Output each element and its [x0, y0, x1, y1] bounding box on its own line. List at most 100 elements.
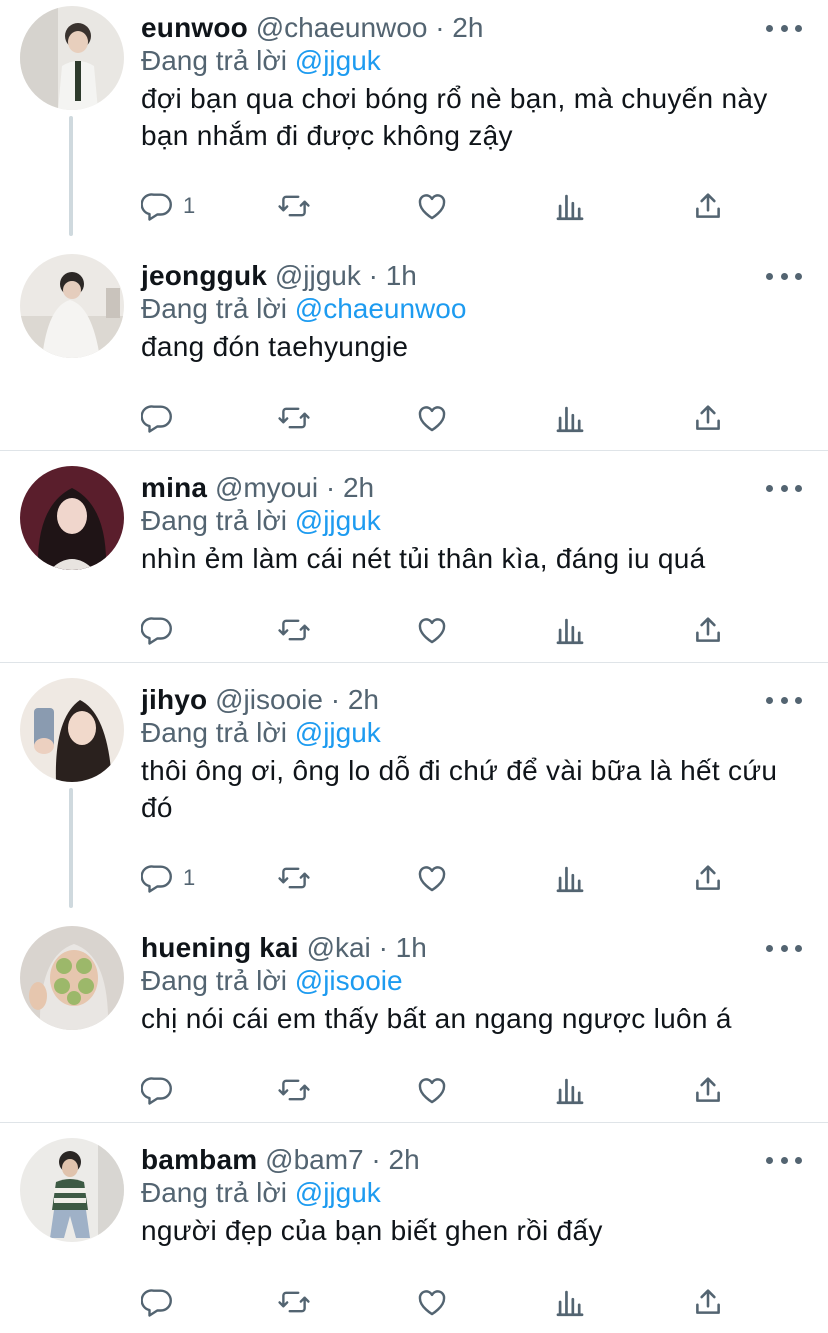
replying-to: Đang trả lời @chaeunwoo [141, 290, 466, 328]
retweet-button[interactable] [277, 186, 311, 226]
like-button[interactable] [415, 858, 449, 898]
analytics-button[interactable] [553, 858, 587, 898]
more-icon[interactable] [766, 254, 802, 298]
avatar[interactable] [20, 466, 124, 570]
share-icon [696, 1289, 720, 1314]
retweet-icon [278, 619, 310, 641]
action-bar [141, 610, 741, 650]
retweet-icon [278, 867, 310, 889]
username[interactable]: @jjguk [275, 260, 361, 291]
reply-button[interactable] [141, 398, 183, 438]
divider [0, 662, 828, 663]
divider [0, 1122, 828, 1123]
reply-button[interactable]: 1 [141, 858, 195, 898]
avatar[interactable] [20, 254, 124, 358]
replying-to-label: Đang trả lời [141, 1177, 287, 1208]
display-name[interactable]: eunwoo [141, 12, 248, 43]
username[interactable]: @chaeunwoo [256, 12, 428, 43]
reply-icon [141, 1289, 172, 1317]
share-button[interactable] [691, 1282, 725, 1322]
reply-button[interactable] [141, 610, 183, 650]
display-name[interactable]: mina [141, 472, 207, 503]
timestamp[interactable]: 2h [389, 1144, 420, 1175]
reply-icon [141, 865, 172, 893]
replying-to: Đang trả lời @jjguk [141, 714, 381, 752]
timestamp[interactable]: 2h [343, 472, 374, 503]
analytics-button[interactable] [553, 1282, 587, 1322]
avatar[interactable] [20, 6, 124, 110]
action-bar [141, 1282, 741, 1322]
retweet-button[interactable] [277, 1282, 311, 1322]
mention-link[interactable]: @chaeunwoo [295, 293, 467, 324]
more-icon[interactable] [766, 6, 802, 50]
share-button[interactable] [691, 858, 725, 898]
display-name[interactable]: bambam [141, 1144, 257, 1175]
username[interactable]: @bam7 [265, 1144, 363, 1175]
reply-count: 1 [183, 193, 196, 218]
reply-button[interactable] [141, 1070, 183, 1110]
analytics-icon [556, 866, 584, 893]
tweet-bambam[interactable]: bambam @bam7 · 2h Đang trả lời @jjguk ng… [0, 1138, 828, 1333]
retweet-button[interactable] [277, 858, 311, 898]
replying-to-label: Đang trả lời [141, 505, 287, 536]
like-button[interactable] [415, 1282, 449, 1322]
tweet-text: nhìn ẻm làm cái nét tủi thân kìa, đáng i… [141, 543, 706, 574]
tweet-huening-kai[interactable]: huening kai @kai · 1h Đang trả lời @jiso… [0, 926, 828, 1122]
username[interactable]: @jisooie [215, 684, 323, 715]
mention-link[interactable]: @jjguk [295, 717, 381, 748]
avatar[interactable] [20, 678, 124, 782]
more-icon[interactable] [766, 1138, 802, 1182]
share-icon [696, 193, 720, 218]
mention-link[interactable]: @jjguk [295, 45, 381, 76]
more-icon[interactable] [766, 678, 802, 722]
tweet-text: đang đón taehyungie [141, 331, 409, 362]
mention-link[interactable]: @jisooie [295, 965, 403, 996]
analytics-button[interactable] [553, 186, 587, 226]
retweet-icon [278, 1079, 310, 1101]
tweet-text: người đẹp của bạn biết ghen rồi đấy [141, 1215, 603, 1246]
timestamp[interactable]: 1h [386, 260, 417, 291]
timestamp[interactable]: 2h [348, 684, 379, 715]
display-name[interactable]: jihyo [141, 684, 207, 715]
retweet-button[interactable] [277, 610, 311, 650]
timestamp[interactable]: 2h [452, 12, 483, 43]
replying-to-label: Đang trả lời [141, 965, 287, 996]
analytics-button[interactable] [553, 398, 587, 438]
retweet-button[interactable] [277, 398, 311, 438]
mention-link[interactable]: @jjguk [295, 505, 381, 536]
analytics-icon [556, 406, 584, 433]
username[interactable]: @kai [307, 932, 371, 963]
avatar[interactable] [20, 926, 124, 1030]
more-icon[interactable] [766, 466, 802, 510]
display-name[interactable]: jeongguk [141, 260, 267, 291]
action-bar [141, 1070, 741, 1110]
timestamp[interactable]: 1h [396, 932, 427, 963]
share-button[interactable] [691, 610, 725, 650]
username[interactable]: @myoui [215, 472, 318, 503]
heart-icon [418, 866, 446, 892]
reply-button[interactable]: 1 [141, 186, 195, 226]
display-name[interactable]: huening kai [141, 932, 299, 963]
tweet-text: đợi bạn qua chơi bóng rổ nè bạn, mà chuy… [141, 83, 768, 151]
like-button[interactable] [415, 398, 449, 438]
tweet-eunwoo[interactable]: eunwoo @chaeunwoo · 2h Đang trả lời @jjg… [0, 6, 828, 236]
share-button[interactable] [691, 186, 725, 226]
like-button[interactable] [415, 1070, 449, 1110]
tweet-jihyo[interactable]: jihyo @jisooie · 2h Đang trả lời @jjguk … [0, 678, 828, 908]
analytics-button[interactable] [553, 1070, 587, 1110]
analytics-button[interactable] [553, 610, 587, 650]
retweet-button[interactable] [277, 1070, 311, 1110]
avatar[interactable] [20, 1138, 124, 1242]
like-button[interactable] [415, 186, 449, 226]
reply-button[interactable] [141, 1282, 183, 1322]
mention-link[interactable]: @jjguk [295, 1177, 381, 1208]
action-bar [141, 398, 741, 438]
share-icon [696, 405, 720, 430]
share-button[interactable] [691, 1070, 725, 1110]
more-icon[interactable] [766, 926, 802, 970]
reply-count: 1 [183, 865, 196, 890]
like-button[interactable] [415, 610, 449, 650]
share-button[interactable] [691, 398, 725, 438]
tweet-mina[interactable]: mina @myoui · 2h Đang trả lời @jjguk nhì… [0, 466, 828, 662]
tweet-jeongguk[interactable]: jeongguk @jjguk · 1h Đang trả lời @chaeu… [0, 254, 828, 450]
